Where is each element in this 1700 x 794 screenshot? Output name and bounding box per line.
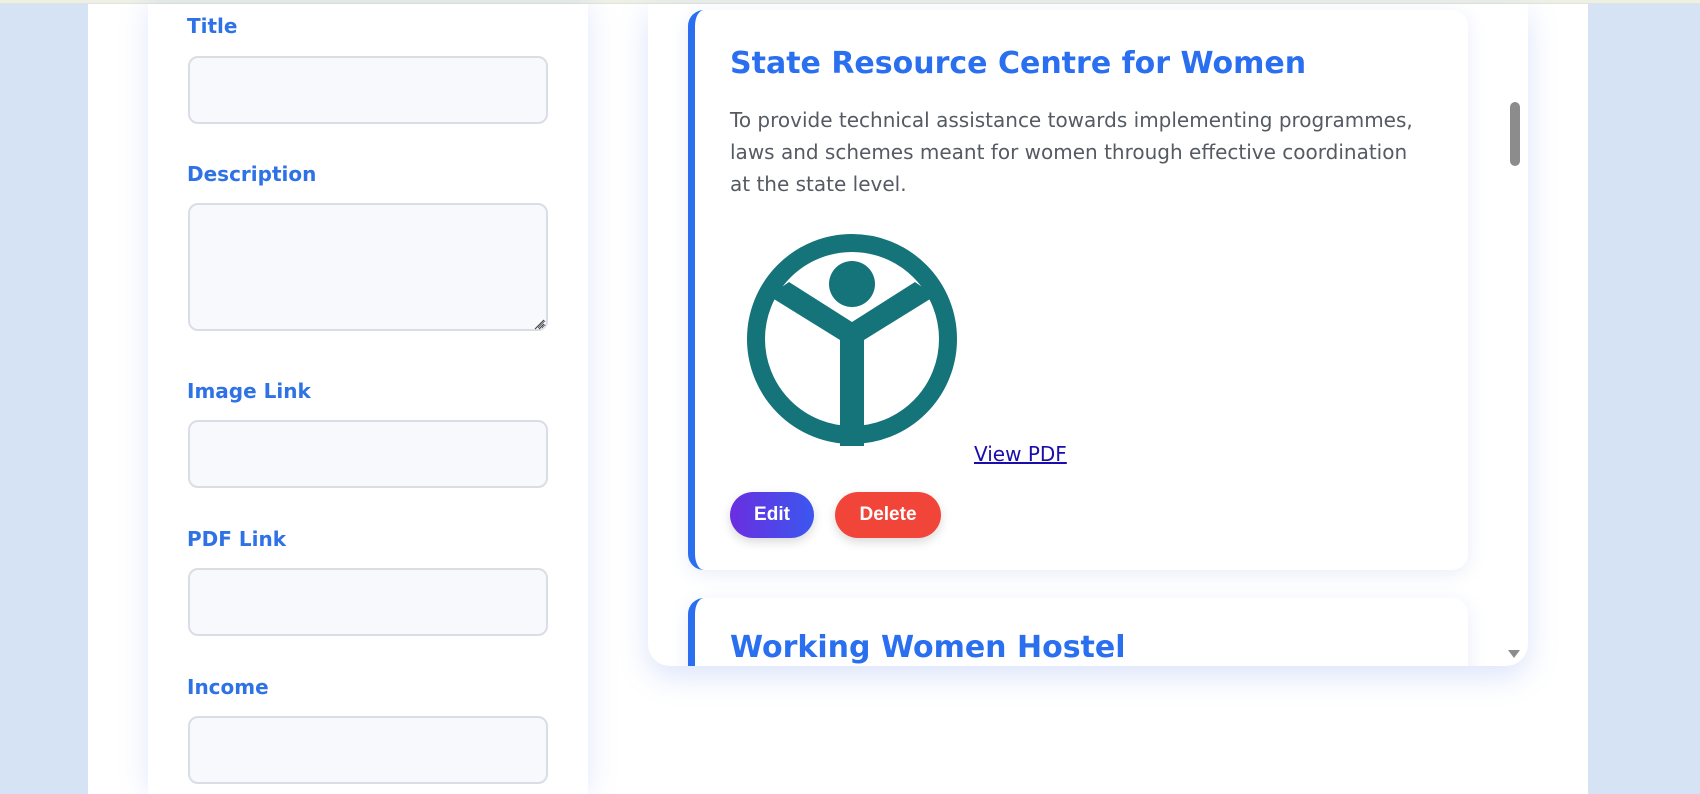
income-label: Income bbox=[187, 675, 269, 699]
scheme-card: State Resource Centre for Women To provi… bbox=[688, 10, 1468, 570]
scheme-description: To provide technical assistance towards … bbox=[730, 108, 1413, 196]
delete-button[interactable]: Delete bbox=[835, 492, 941, 538]
scheme-card: Working Women Hostel bbox=[688, 598, 1468, 666]
income-input[interactable] bbox=[188, 716, 548, 784]
title-input[interactable] bbox=[188, 56, 548, 124]
view-pdf-link[interactable]: View PDF bbox=[974, 442, 1067, 466]
scheme-list-panel[interactable]: State Resource Centre for Women To provi… bbox=[648, 4, 1528, 666]
pdf-link-label: PDF Link bbox=[187, 527, 287, 551]
image-link-input[interactable] bbox=[188, 420, 548, 488]
description-textarea[interactable] bbox=[188, 203, 548, 331]
scrollbar-thumb[interactable] bbox=[1510, 102, 1520, 166]
women-empowerment-logo-icon bbox=[747, 234, 957, 446]
pdf-link-input[interactable] bbox=[188, 568, 548, 636]
scheme-title: State Resource Centre for Women bbox=[730, 46, 1307, 81]
description-label: Description bbox=[187, 162, 317, 186]
edit-button[interactable]: Edit bbox=[730, 492, 814, 538]
scroll-down-arrow-icon[interactable] bbox=[1508, 650, 1520, 658]
resize-grip-icon[interactable] bbox=[533, 318, 545, 330]
image-link-label: Image Link bbox=[187, 379, 311, 403]
title-label: Title bbox=[187, 14, 238, 38]
scheme-title: Working Women Hostel bbox=[730, 630, 1126, 665]
